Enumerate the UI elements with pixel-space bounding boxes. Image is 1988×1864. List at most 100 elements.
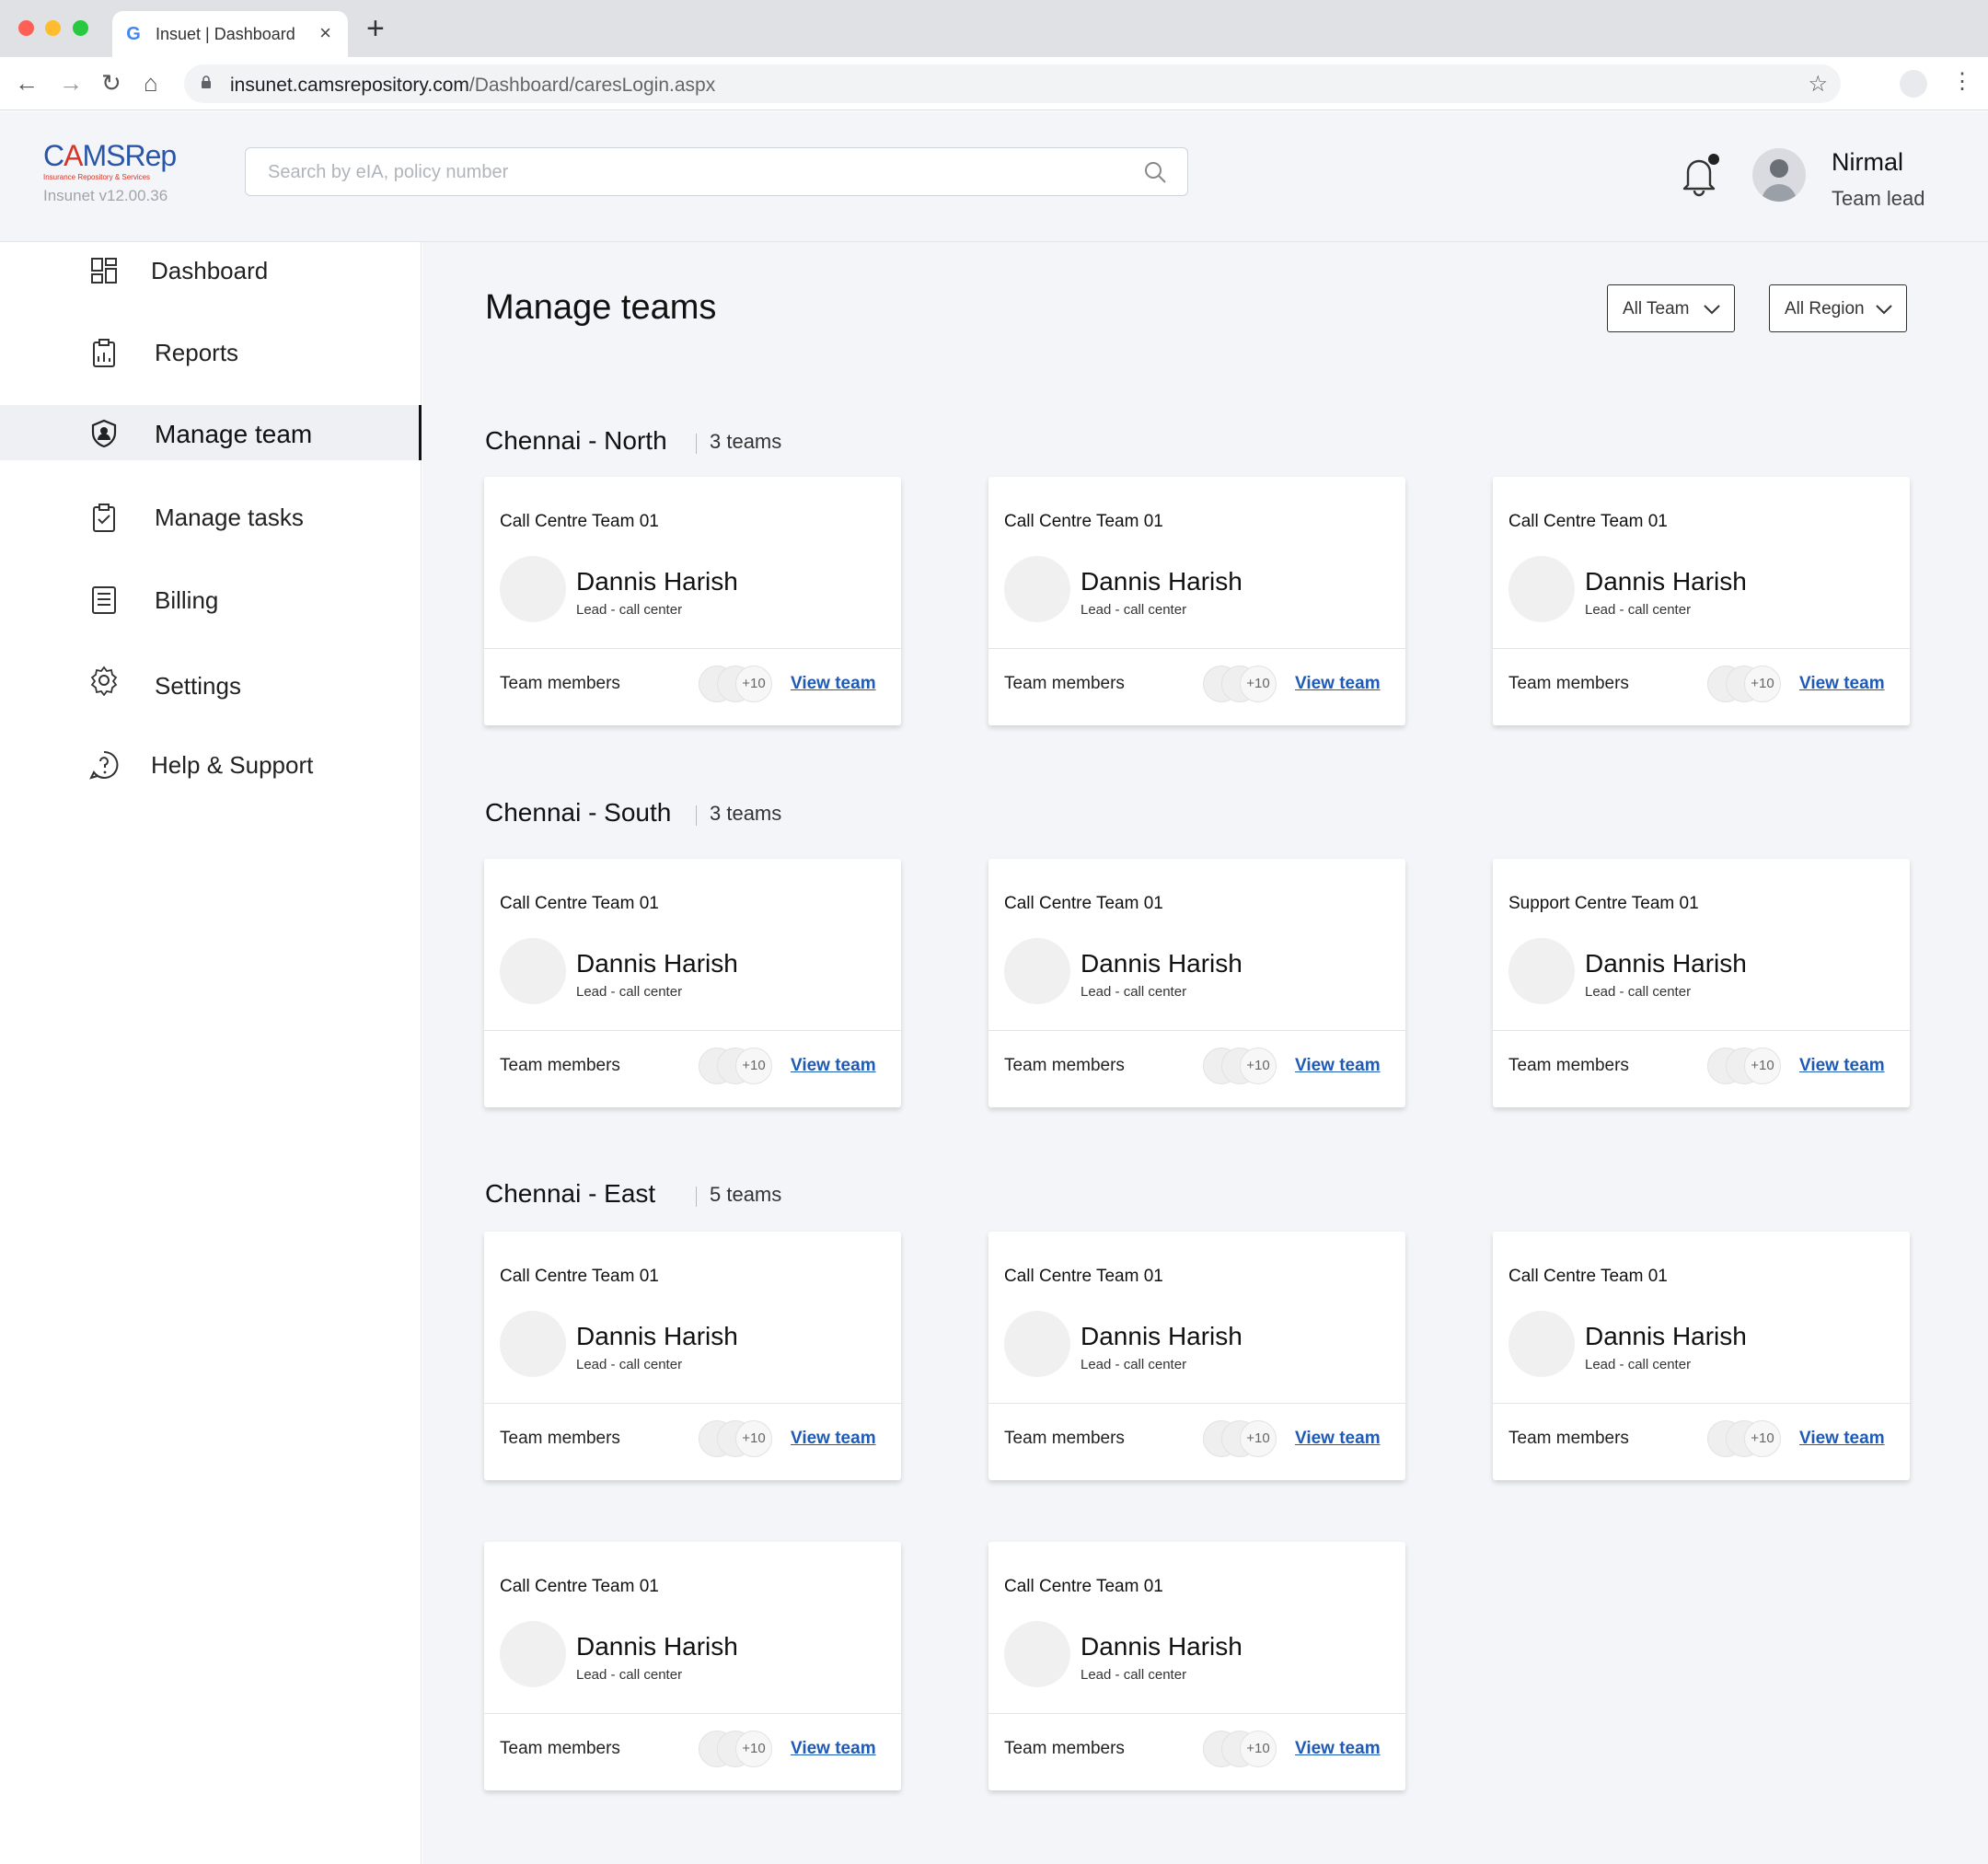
- lead-avatar: [1004, 1311, 1070, 1377]
- address-bar[interactable]: insunet.camsrepository.com/Dashboard/car…: [184, 64, 1841, 103]
- team-members-label: Team members: [500, 1429, 620, 1448]
- sidebar: Dashboard Reports Manage team Manage tas…: [0, 242, 422, 1864]
- view-team-link[interactable]: View team: [791, 1739, 876, 1759]
- team-card[interactable]: Support Centre Team 01 Dannis Harish Lead …: [1493, 859, 1910, 1107]
- team-card[interactable]: Call Centre Team 01 Dannis Harish Lead - c…: [484, 1232, 901, 1480]
- window-maximize-button[interactable]: [73, 20, 88, 36]
- sidebar-item-manage-tasks[interactable]: Manage tasks: [0, 489, 422, 544]
- tab-close-icon[interactable]: ×: [319, 21, 331, 45]
- lead-name: Dannis Harish: [1081, 1632, 1242, 1661]
- forward-icon[interactable]: →: [59, 70, 83, 96]
- google-icon: G: [126, 24, 141, 44]
- lead-role: Lead - call center: [1585, 984, 1692, 1000]
- browser-tab[interactable]: G Insuet | Dashboard ×: [112, 11, 348, 57]
- back-icon[interactable]: ←: [15, 70, 39, 96]
- sidebar-item-settings[interactable]: Settings: [0, 657, 422, 712]
- browser-menu-icon[interactable]: ⋮: [1951, 68, 1973, 96]
- more-members-badge[interactable]: +10: [1240, 1420, 1277, 1457]
- team-card[interactable]: Call Centre Team 01 Dannis Harish Lead - c…: [484, 477, 901, 725]
- team-members-label: Team members: [500, 674, 620, 693]
- search-input[interactable]: Search by eIA, policy number: [245, 147, 1188, 196]
- view-team-link[interactable]: View team: [1799, 674, 1885, 694]
- chevron-down-icon: [1704, 305, 1720, 315]
- view-team-link[interactable]: View team: [1295, 1429, 1381, 1449]
- main-content: Manage teams All Team All Region Chennai…: [422, 242, 1988, 1864]
- lead-avatar: [1004, 938, 1070, 1004]
- team-card[interactable]: Call Centre Team 01 Dannis Harish Lead - c…: [988, 1542, 1405, 1790]
- clipboard-check-icon: [93, 504, 115, 532]
- receipt-icon: [92, 586, 116, 614]
- view-team-link[interactable]: View team: [791, 674, 876, 694]
- region-team-count: 3 teams: [710, 430, 782, 453]
- sidebar-item-billing[interactable]: Billing: [0, 572, 422, 627]
- url-host: insunet.camsrepository.com: [230, 75, 469, 96]
- sidebar-item-label: Billing: [155, 586, 219, 614]
- team-card[interactable]: Call Centre Team 01 Dannis Harish Lead - c…: [484, 1542, 901, 1790]
- team-card[interactable]: Call Centre Team 01 Dannis Harish Lead - c…: [484, 859, 901, 1107]
- camsrep-logo[interactable]: CAMSRep Insurance Repository & Services …: [43, 139, 177, 205]
- user-photo: [1762, 159, 1797, 202]
- lead-role: Lead - call center: [576, 602, 683, 618]
- team-filter-dropdown[interactable]: All Team: [1607, 284, 1735, 332]
- window-minimize-button[interactable]: [45, 20, 61, 36]
- sidebar-item-reports[interactable]: Reports: [0, 324, 422, 379]
- team-members-label: Team members: [1508, 1429, 1629, 1448]
- more-members-badge[interactable]: +10: [735, 1731, 772, 1767]
- team-members-label: Team members: [1004, 1739, 1125, 1758]
- view-team-link[interactable]: View team: [1799, 1429, 1885, 1449]
- new-tab-icon[interactable]: +: [366, 13, 385, 44]
- lead-avatar: [1508, 938, 1575, 1004]
- more-members-badge[interactable]: +10: [735, 666, 772, 702]
- logo-tagline: Insurance Repository & Services: [43, 173, 151, 181]
- view-team-link[interactable]: View team: [1799, 1056, 1885, 1076]
- region-filter-dropdown[interactable]: All Region: [1769, 284, 1907, 332]
- region-title: Chennai - East: [485, 1179, 656, 1208]
- card-divider: [988, 648, 1405, 649]
- dashboard-icon: [91, 258, 117, 284]
- sidebar-item-help-support[interactable]: Help & Support: [0, 736, 422, 792]
- window-close-button[interactable]: [18, 20, 34, 36]
- browser-profile-icon[interactable]: [1900, 70, 1927, 98]
- lead-role: Lead - call center: [1081, 1357, 1187, 1372]
- user-avatar[interactable]: [1752, 148, 1806, 202]
- app-version: Insunet v12.00.36: [43, 187, 168, 204]
- more-members-badge[interactable]: +10: [1744, 1420, 1781, 1457]
- team-card[interactable]: Call Centre Team 01 Dannis Harish Lead - c…: [988, 477, 1405, 725]
- more-members-badge[interactable]: +10: [1744, 666, 1781, 702]
- card-divider: [484, 1713, 901, 1714]
- more-members-badge[interactable]: +10: [1240, 1048, 1277, 1084]
- team-name: Call Centre Team 01: [1004, 1267, 1163, 1286]
- sidebar-item-manage-team[interactable]: Manage team: [0, 405, 422, 460]
- user-role: Team lead: [1832, 187, 1925, 210]
- more-members-badge[interactable]: +10: [1240, 666, 1277, 702]
- more-members-badge[interactable]: +10: [735, 1048, 772, 1084]
- view-team-link[interactable]: View team: [791, 1429, 876, 1449]
- team-card[interactable]: Call Centre Team 01 Dannis Harish Lead - c…: [1493, 477, 1910, 725]
- search-icon[interactable]: [1143, 160, 1167, 184]
- view-team-link[interactable]: View team: [1295, 1056, 1381, 1076]
- lead-avatar: [1004, 556, 1070, 622]
- bookmark-star-icon[interactable]: ☆: [1808, 71, 1828, 98]
- lead-name: Dannis Harish: [576, 1632, 738, 1661]
- home-icon[interactable]: ⌂: [144, 70, 158, 96]
- page-title: Manage teams: [485, 288, 717, 327]
- more-members-badge[interactable]: +10: [1744, 1048, 1781, 1084]
- team-card[interactable]: Call Centre Team 01 Dannis Harish Lead - c…: [1493, 1232, 1910, 1480]
- view-team-link[interactable]: View team: [1295, 1739, 1381, 1759]
- tab-title: Insuet | Dashboard: [156, 25, 295, 43]
- reload-icon[interactable]: ↻: [101, 70, 121, 96]
- region-team-count: 5 teams: [710, 1183, 782, 1206]
- view-team-link[interactable]: View team: [791, 1056, 876, 1076]
- notification-bell-icon[interactable]: [1677, 152, 1721, 198]
- view-team-link[interactable]: View team: [1295, 674, 1381, 694]
- team-name: Call Centre Team 01: [500, 1577, 659, 1596]
- more-members-badge[interactable]: +10: [735, 1420, 772, 1457]
- team-card[interactable]: Call Centre Team 01 Dannis Harish Lead - c…: [988, 859, 1405, 1107]
- lead-avatar: [1004, 1621, 1070, 1687]
- more-members-badge[interactable]: +10: [1240, 1731, 1277, 1767]
- card-divider: [484, 648, 901, 649]
- team-card[interactable]: Call Centre Team 01 Dannis Harish Lead - c…: [988, 1232, 1405, 1480]
- logo-brand: CAMSRep: [43, 139, 177, 172]
- sidebar-item-dashboard[interactable]: Dashboard: [0, 242, 422, 297]
- user-name: Nirmal: [1832, 148, 1903, 176]
